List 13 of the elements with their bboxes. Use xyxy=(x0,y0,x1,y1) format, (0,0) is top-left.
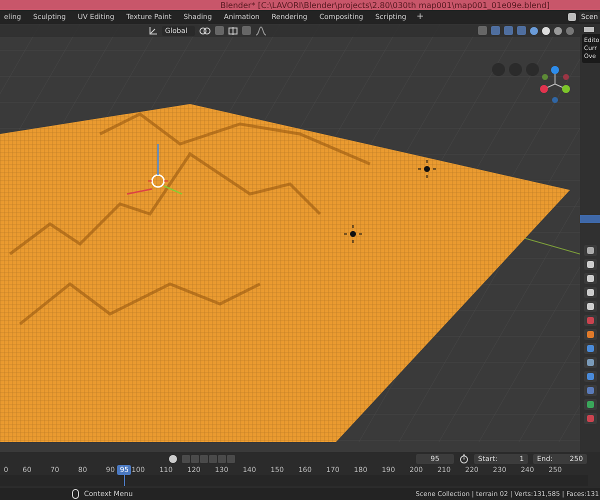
falloff-curve-icon[interactable] xyxy=(255,26,268,36)
light-icon xyxy=(344,224,362,244)
axes-icon[interactable] xyxy=(148,26,158,36)
sun-lamp-icon xyxy=(418,160,436,178)
move-gizmo-drawing[interactable] xyxy=(126,144,182,195)
add-workspace-button[interactable]: + xyxy=(412,12,428,22)
window-title: Blender* [C:\LAVORI\Blender\projects\2.80\030th map001\map001_01e09e.blend] xyxy=(220,0,550,10)
record-button[interactable] xyxy=(169,454,177,462)
stopwatch-icon[interactable] xyxy=(459,454,469,464)
mouse-icon xyxy=(72,489,79,499)
3d-cursor-icon[interactable] xyxy=(148,174,168,188)
link-icon[interactable] xyxy=(199,26,212,36)
snap-icon[interactable] xyxy=(228,26,238,36)
